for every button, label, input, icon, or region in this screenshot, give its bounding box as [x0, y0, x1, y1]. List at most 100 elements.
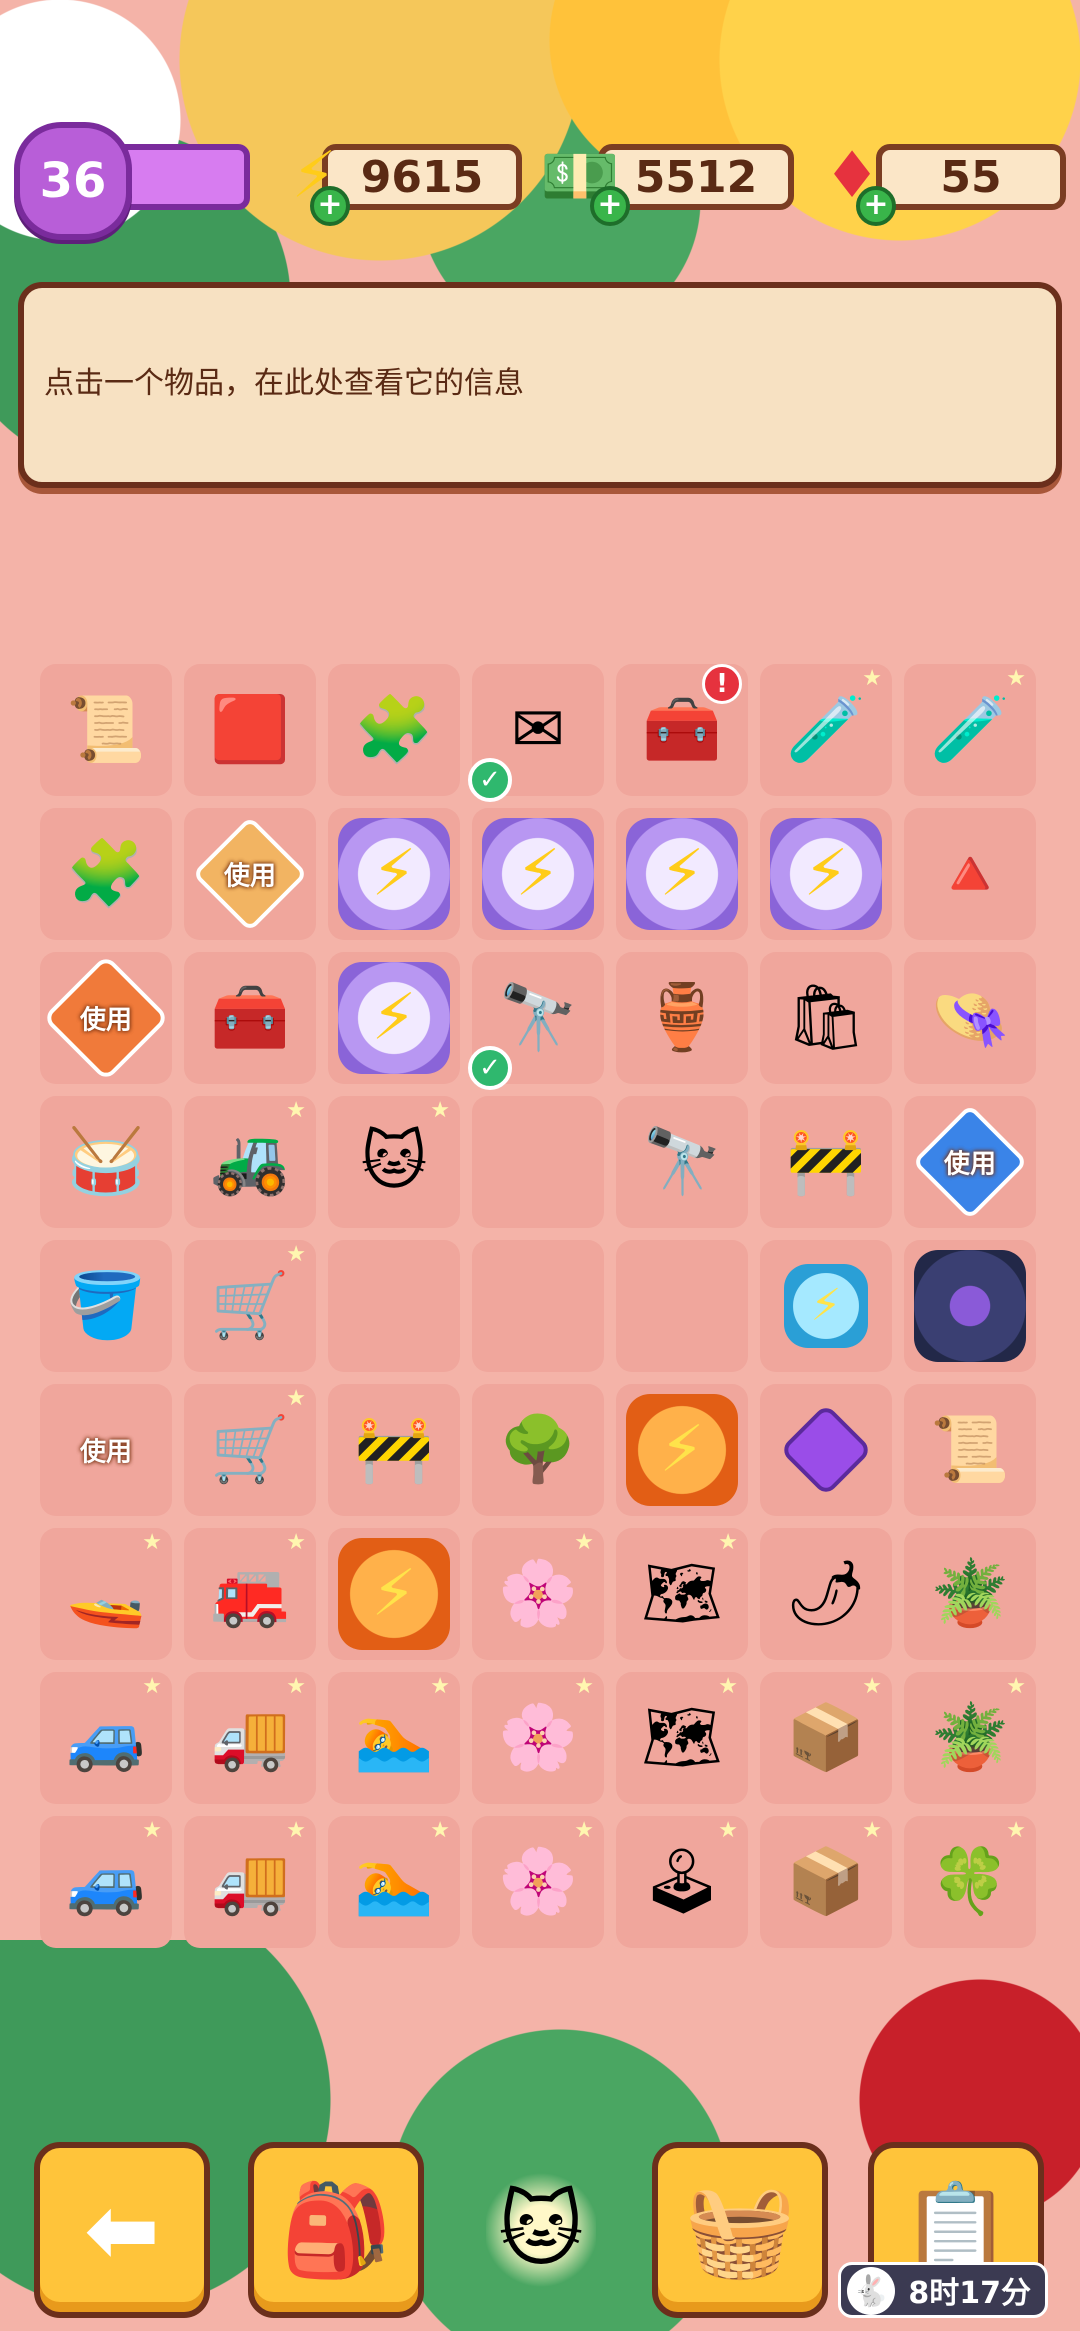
cone-chili-icon[interactable]: 🌶: [770, 1538, 882, 1650]
board-cell[interactable]: 🗺 ★: [616, 1528, 748, 1660]
board-cell[interactable]: 🏊 ★: [328, 1672, 460, 1804]
board-cell[interactable]: 🌸 ★: [472, 1672, 604, 1804]
board-cell[interactable]: 🗺 ★: [616, 1672, 748, 1804]
board-cell[interactable]: 🚧: [760, 1096, 892, 1228]
lucky-cat-button[interactable]: 🐱: [486, 2170, 596, 2290]
red-box-icon[interactable]: 🟥: [194, 674, 306, 786]
cone-stand-icon[interactable]: 🔺: [914, 818, 1026, 930]
board-cell[interactable]: 🟥: [184, 664, 316, 796]
board-cell[interactable]: 🚤 ★: [40, 1528, 172, 1660]
board-cell[interactable]: 🧪 ★: [760, 664, 892, 796]
board-cell[interactable]: 🧪 ★: [904, 664, 1036, 796]
energy-orange-icon[interactable]: ⚡: [338, 1538, 450, 1650]
board-cell[interactable]: ⚡: [328, 1528, 460, 1660]
energy-orb-icon[interactable]: ⚡: [626, 818, 738, 930]
board-cell[interactable]: ⚡: [472, 808, 604, 940]
board-cell[interactable]: [472, 1096, 604, 1228]
board-cell[interactable]: 📜: [40, 664, 172, 796]
board-cell[interactable]: 🚚 ★: [184, 1672, 316, 1804]
board-cell[interactable]: 🚜 ★: [184, 1096, 316, 1228]
board-cell[interactable]: 🚒 ★: [184, 1528, 316, 1660]
board-cell[interactable]: 🔭 ✓: [468, 952, 604, 1090]
board-cell[interactable]: [904, 1240, 1036, 1372]
board-cell[interactable]: ⚡: [760, 1240, 892, 1372]
board-cell[interactable]: 🥁: [40, 1096, 172, 1228]
energy-orb-icon[interactable]: ⚡: [338, 818, 450, 930]
drum-icon[interactable]: 🥁: [50, 1106, 162, 1218]
board-cell[interactable]: 🕹 ★: [616, 1816, 748, 1948]
bonsai-icon[interactable]: 🌳: [482, 1394, 594, 1506]
board-cell[interactable]: 🪴 ★: [904, 1672, 1036, 1804]
board-cell[interactable]: ✉ ✓: [468, 664, 604, 802]
purple-gem-icon[interactable]: [779, 1403, 873, 1497]
board-cell[interactable]: ⚡: [760, 808, 892, 940]
hat-icon[interactable]: 👒: [914, 962, 1026, 1074]
telescope-icon[interactable]: 🔭: [626, 1106, 738, 1218]
board-cell[interactable]: 🪴: [904, 1528, 1036, 1660]
bag-icon[interactable]: 🛍: [770, 962, 882, 1074]
reward-poster-icon[interactable]: 📜: [50, 674, 162, 786]
scroll-icon[interactable]: 📜: [914, 1394, 1026, 1506]
board-cell[interactable]: 使用: [184, 808, 316, 940]
add-cash-button[interactable]: +: [590, 186, 630, 226]
board-cell[interactable]: 📦 ★: [760, 1816, 892, 1948]
board-cell[interactable]: 🧰!: [616, 664, 748, 796]
board-cell[interactable]: 🔺: [904, 808, 1036, 940]
board-cell[interactable]: 🏺: [616, 952, 748, 1084]
flower-pot-icon[interactable]: 🪴: [914, 1538, 1026, 1650]
board-cell[interactable]: 🪣: [40, 1240, 172, 1372]
add-gem-button[interactable]: +: [856, 186, 896, 226]
energy-small-icon[interactable]: ⚡: [784, 1264, 868, 1348]
backpack-button[interactable]: 🎒: [248, 2142, 424, 2318]
board-cell[interactable]: 🚙 ★: [40, 1816, 172, 1948]
board-cell[interactable]: [616, 1240, 748, 1372]
board-cell[interactable]: 🧰: [184, 952, 316, 1084]
energy-orb-icon[interactable]: ⚡: [482, 818, 594, 930]
board-cell[interactable]: 👒: [904, 952, 1036, 1084]
board-cell[interactable]: ⚡: [328, 952, 460, 1084]
board-cell[interactable]: ⚡: [616, 808, 748, 940]
board-cell[interactable]: [328, 1240, 460, 1372]
add-energy-button[interactable]: +: [310, 186, 350, 226]
wheel-icon[interactable]: [914, 1250, 1026, 1362]
toolbox-icon[interactable]: 🧰: [194, 962, 306, 1074]
board-cell[interactable]: 📦 ★: [760, 1672, 892, 1804]
map-piece-icon[interactable]: 🧩: [50, 818, 162, 930]
level-badge[interactable]: 36: [14, 122, 132, 240]
energy-orange-icon[interactable]: ⚡: [626, 1394, 738, 1506]
board-cell[interactable]: 🧩: [40, 808, 172, 940]
board-cell[interactable]: 🌸 ★: [472, 1528, 604, 1660]
board-cell[interactable]: 📜: [904, 1384, 1036, 1516]
clay-pot-icon[interactable]: 🏺: [626, 962, 738, 1074]
barrier-icon[interactable]: 🚧: [770, 1106, 882, 1218]
board-cell[interactable]: 🚙 ★: [40, 1672, 172, 1804]
board-cell[interactable]: 🔭: [616, 1096, 748, 1228]
board-cell[interactable]: 🍀 ★: [904, 1816, 1036, 1948]
board-cell[interactable]: 使用: [904, 1096, 1036, 1228]
board-cell[interactable]: 🌸 ★: [472, 1816, 604, 1948]
board-cell[interactable]: 🚚 ★: [184, 1816, 316, 1948]
board-cell[interactable]: ⚡: [616, 1384, 748, 1516]
tape-pieces-icon[interactable]: 🧩: [338, 674, 450, 786]
barrier-small-icon[interactable]: 🚧: [338, 1394, 450, 1506]
board-cell[interactable]: 🌳: [472, 1384, 604, 1516]
board-cell[interactable]: 🌶: [760, 1528, 892, 1660]
board-cell[interactable]: 使用: [40, 1384, 172, 1516]
back-button[interactable]: ⬅: [34, 2142, 210, 2318]
bucket-icon[interactable]: 🪣: [50, 1250, 162, 1362]
board-cell[interactable]: 🏊 ★: [328, 1816, 460, 1948]
board-cell[interactable]: ⚡: [328, 808, 460, 940]
board-cell[interactable]: 🚧: [328, 1384, 460, 1516]
board-cell[interactable]: 🛒 ★: [184, 1240, 316, 1372]
board-cell[interactable]: 🛍: [760, 952, 892, 1084]
energy-orb-icon[interactable]: ⚡: [770, 818, 882, 930]
board-cell[interactable]: 🐱 ★: [328, 1096, 460, 1228]
board-cell[interactable]: [472, 1240, 604, 1372]
board-cell[interactable]: 使用: [40, 952, 172, 1084]
shop-basket-button[interactable]: 🧺: [652, 2142, 828, 2318]
energy-orb-icon[interactable]: ⚡: [338, 962, 450, 1074]
board-cell[interactable]: 🛒 ★: [184, 1384, 316, 1516]
gem-counter[interactable]: 55: [876, 144, 1066, 210]
board-cell[interactable]: 🧩: [328, 664, 460, 796]
board-cell[interactable]: [760, 1384, 892, 1516]
